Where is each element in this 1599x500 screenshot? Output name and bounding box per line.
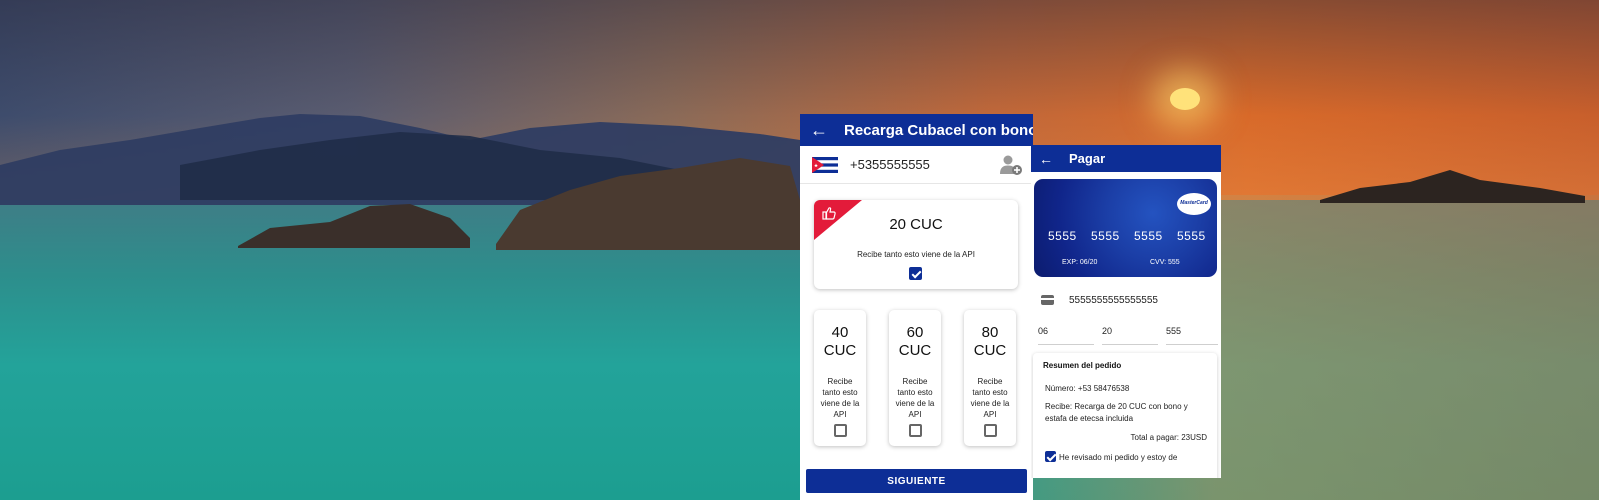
cuba-flag-icon[interactable] [812, 156, 838, 173]
card-brand: MasterCard [1180, 200, 1208, 206]
plan-amount: 80 CUC [964, 324, 1016, 360]
card-expiry: EXP: 06/20 [1062, 259, 1098, 266]
plan-description: Recibe tanto esto viene de la API [816, 376, 864, 420]
plan-checkbox[interactable] [909, 424, 922, 437]
plan-description-line: API [983, 410, 997, 419]
plan-description-line: Recibe [827, 377, 853, 386]
plan-amount-currency: CUC [898, 342, 932, 359]
credit-card-preview: MasterCard 5555 5555 5555 5555 EXP: 06/2… [1034, 179, 1217, 277]
featured-plan-card[interactable]: 20 CUC Recibe tanto esto viene de la API [814, 200, 1018, 289]
next-button[interactable]: SIGUIENTE [806, 469, 1027, 493]
plan-card-80[interactable]: 80 CUC Recibe tanto esto viene de la API [964, 310, 1016, 446]
plan-description-line: viene de la [970, 399, 1010, 408]
plan-description-line: tanto esto [897, 388, 933, 397]
card-number-group: 5555 [1134, 229, 1163, 243]
card-number-field[interactable]: 5555555555555555 [1031, 288, 1221, 312]
add-contact-icon[interactable] [999, 153, 1023, 177]
payment-title: Pagar [1069, 151, 1106, 166]
card-number-group: 5555 [1177, 229, 1206, 243]
plan-description-line: viene de la [895, 399, 935, 408]
mastercard-logo: MasterCard [1177, 193, 1211, 215]
summary-receive-line: estafa de etecsa incluida [1045, 414, 1134, 423]
expiry-year-field[interactable]: 20 [1102, 323, 1158, 345]
plan-description-line: tanto esto [972, 388, 1008, 397]
cvv-field[interactable]: 555 [1166, 323, 1218, 345]
summary-number: Número: +53 58476538 [1045, 384, 1130, 393]
credit-card-icon [1041, 295, 1054, 305]
phone-number-field[interactable]: +5355555555 [850, 157, 930, 172]
summary-title: Resumen del pedido [1043, 361, 1122, 370]
plan-description-line: viene de la [820, 399, 860, 408]
plan-amount-number: 60 [906, 324, 924, 341]
featured-checkbox[interactable] [909, 267, 922, 280]
agree-text: He revisado mi pedido y estoy de [1059, 453, 1178, 462]
plan-description-line: Recibe [902, 377, 928, 386]
back-arrow-icon[interactable]: ← [810, 119, 828, 141]
card-cvv: CVV: 555 [1150, 259, 1180, 266]
plan-amount: 40 CUC [814, 324, 866, 360]
plan-checkbox[interactable] [834, 424, 847, 437]
plan-amount: 60 CUC [889, 324, 941, 360]
plan-description: Recibe tanto esto viene de la API [891, 376, 939, 420]
plan-checkbox[interactable] [984, 424, 997, 437]
plan-amount-number: 80 [981, 324, 999, 341]
order-summary: Resumen del pedido Número: +53 58476538 … [1033, 353, 1217, 478]
expiry-month-field[interactable]: 06 [1038, 323, 1094, 345]
plan-amount-currency: CUC [973, 342, 1007, 359]
recharge-screen: ← Recarga Cubacel con bono +5355555555 2… [800, 114, 1033, 500]
featured-amount: 20 CUC [889, 216, 943, 233]
card-number-group: 5555 [1048, 229, 1077, 243]
recharge-title: Recarga Cubacel con bono [844, 121, 1033, 139]
plan-description: Recibe tanto esto viene de la API [966, 376, 1014, 420]
phone-input-row[interactable]: +5355555555 [800, 146, 1033, 184]
plan-amount-number: 40 [831, 324, 849, 341]
summary-receive-line: Recibe: Recarga de 20 CUC con bono y [1045, 402, 1188, 411]
plan-description-line: Recibe [977, 377, 1003, 386]
plan-description-line: API [908, 410, 922, 419]
featured-description: Recibe tanto esto viene de la API [857, 250, 975, 259]
agree-checkbox[interactable] [1045, 451, 1056, 462]
plan-amount-currency: CUC [823, 342, 857, 359]
plan-card-60[interactable]: 60 CUC Recibe tanto esto viene de la API [889, 310, 941, 446]
payment-screen: ← Pagar MasterCard 5555 5555 5555 5555 E… [1031, 145, 1221, 478]
card-number-value[interactable]: 5555555555555555 [1069, 295, 1158, 306]
summary-total: Total a pagar: 23USD [1130, 433, 1208, 442]
plan-description-line: API [833, 410, 847, 419]
back-arrow-icon[interactable]: ← [1037, 148, 1055, 170]
plan-description-line: tanto esto [822, 388, 858, 397]
payment-app-bar: ← Pagar [1031, 145, 1221, 172]
card-number-group: 5555 [1091, 229, 1120, 243]
plan-card-40[interactable]: 40 CUC Recibe tanto esto viene de la API [814, 310, 866, 446]
recharge-app-bar: ← Recarga Cubacel con bono [800, 114, 1033, 146]
